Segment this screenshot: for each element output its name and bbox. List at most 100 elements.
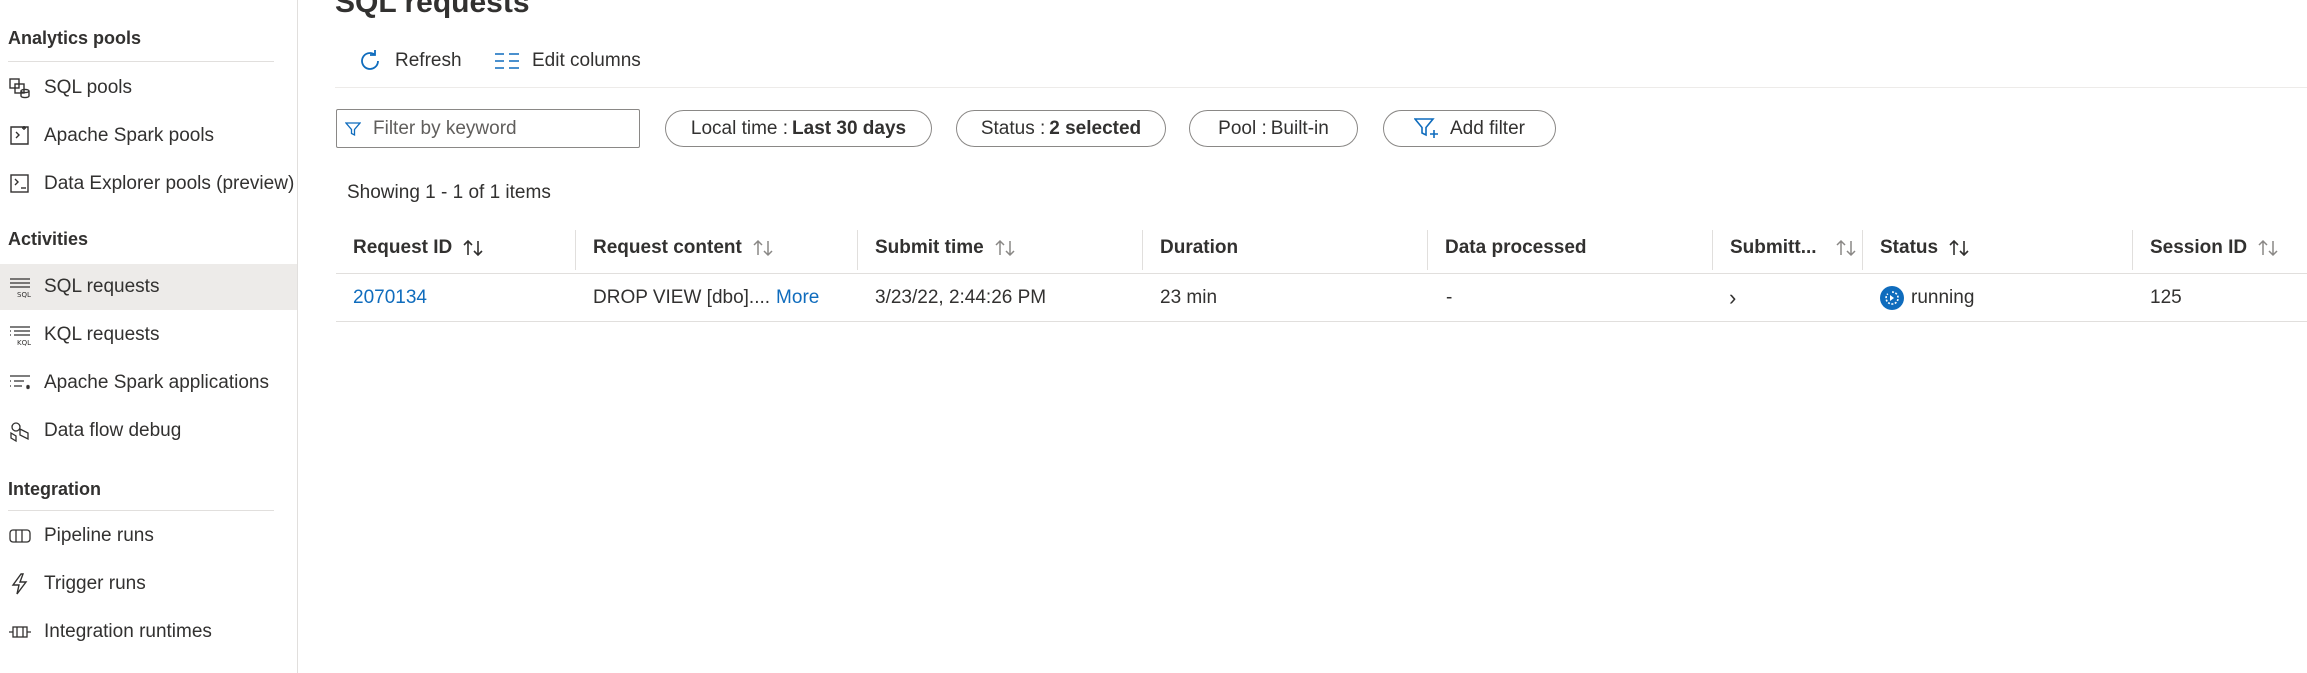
cell-session-id: 125 (2150, 287, 2182, 308)
sort-icon (1835, 239, 1857, 257)
column-header-label: Request ID (353, 237, 453, 258)
request-content-text: DROP VIEW [dbo].... (593, 287, 771, 308)
column-header-label: Session ID (2150, 237, 2248, 258)
kql-requests-icon: KQL (8, 323, 32, 347)
column-divider (2132, 230, 2133, 270)
sort-icon (994, 239, 1016, 257)
pool-filter-pill[interactable]: Pool : Built-in (1189, 110, 1358, 147)
filter-icon (345, 121, 361, 136)
column-header-data-processed[interactable]: Data processed (1445, 228, 1587, 268)
row-divider (336, 321, 2307, 322)
column-header-label: Status (1880, 237, 1939, 258)
sql-requests-icon: SQL (8, 275, 32, 299)
section-divider (8, 61, 274, 62)
column-header-session-id[interactable]: Session ID (2150, 228, 2279, 268)
column-header-label: Request content (593, 237, 742, 258)
sidebar-item-data-explorer-pools[interactable]: Data Explorer pools (preview) (0, 161, 297, 207)
search-input[interactable] (371, 116, 635, 141)
page-title: SQL requests (335, 0, 530, 19)
cell-request-id[interactable]: 2070134 (353, 280, 427, 316)
add-filter-label: Add filter (1450, 117, 1525, 139)
column-divider (857, 230, 858, 270)
pipeline-runs-icon (8, 524, 32, 548)
sort-icon (2257, 239, 2279, 257)
sidebar-item-label: Apache Spark applications (44, 372, 269, 393)
sql-requests-page: Analytics pools SQL pools Apache Spark p… (0, 0, 2307, 673)
column-divider (1712, 230, 1713, 270)
toolbar-divider (335, 87, 2307, 88)
spark-applications-icon (8, 371, 32, 395)
section-divider (8, 510, 274, 511)
status-filter-key: Status : (980, 117, 1046, 139)
cell-request-content: DROP VIEW [dbo].... More (593, 280, 819, 316)
data-explorer-icon (8, 172, 32, 196)
edit-columns-icon (495, 53, 519, 69)
sidebar-item-sql-pools[interactable]: SQL pools (0, 65, 297, 111)
column-header-label: Submitt... (1730, 237, 1817, 258)
section-header-activities: Activities (8, 229, 89, 249)
sidebar-item-label: Apache Spark pools (44, 125, 215, 146)
request-id-link[interactable]: 2070134 (353, 287, 427, 309)
pool-filter-key: Pool : (1218, 117, 1267, 139)
cell-submit-time: 3/23/22, 2:44:26 PM (875, 287, 1047, 308)
sidebar-item-kql-requests[interactable]: KQL KQL requests (0, 312, 297, 358)
status-filter-value: 2 selected (1049, 117, 1142, 139)
sidebar-item-label: Data Explorer pools (preview) (44, 173, 295, 194)
local-time-filter-key: Local time : (690, 117, 789, 139)
header-divider (336, 273, 2307, 274)
cell-data-processed: - (1446, 287, 1453, 308)
sidebar-item-data-flow-debug[interactable]: Data flow debug (0, 408, 297, 454)
sidebar-item-label: SQL pools (44, 77, 133, 98)
column-header-duration[interactable]: Duration (1160, 228, 1238, 268)
item-count-summary: Showing 1 - 1 of 1 items (347, 182, 551, 203)
filter-by-keyword-input[interactable] (336, 109, 640, 148)
sidebar-item-pipeline-runs[interactable]: Pipeline runs (0, 513, 297, 559)
column-header-label: Duration (1160, 237, 1239, 258)
column-divider (1862, 230, 1863, 270)
sort-icon (752, 239, 774, 257)
pool-filter-value: Built-in (1270, 117, 1329, 139)
svg-text:KQL: KQL (17, 339, 31, 347)
data-flow-debug-icon (8, 419, 32, 443)
local-time-filter-pill[interactable]: Local time : Last 30 days (665, 110, 932, 147)
column-header-request-id[interactable]: Request ID (353, 228, 484, 268)
svg-text:SQL: SQL (17, 291, 31, 299)
sidebar-item-sql-requests[interactable]: SQL SQL requests (0, 264, 297, 310)
sidebar-item-label: KQL requests (44, 324, 160, 345)
column-header-submitter[interactable]: Submitt... (1730, 228, 1857, 268)
sidebar-item-trigger-runs[interactable]: Trigger runs (0, 561, 297, 607)
column-header-submit-time[interactable]: Submit time (875, 228, 1016, 268)
section-header-analytics-pools: Analytics pools (8, 28, 142, 48)
section-header-integration: Integration (8, 479, 101, 499)
sidebar-item-label: Data flow debug (44, 420, 182, 441)
more-link[interactable]: More (776, 287, 819, 309)
column-divider (575, 230, 576, 270)
edit-columns-button[interactable]: Edit columns (494, 44, 641, 78)
column-header-status[interactable]: Status (1880, 228, 1970, 268)
sidebar-item-integration-runtimes[interactable]: Integration runtimes (0, 609, 297, 655)
sort-icon (1948, 239, 1970, 257)
refresh-button[interactable]: Refresh (357, 44, 462, 78)
sort-icon (462, 239, 484, 257)
add-filter-icon (1414, 117, 1438, 138)
add-filter-button[interactable]: Add filter (1383, 110, 1556, 147)
sidebar-item-label: Pipeline runs (44, 525, 154, 546)
cell-duration: 23 min (1160, 287, 1218, 308)
integration-runtimes-icon (8, 620, 32, 644)
sidebar-item-apache-spark-applications[interactable]: Apache Spark applications (0, 360, 297, 406)
sidebar-item-apache-spark-pools[interactable]: Apache Spark pools (0, 113, 297, 159)
trigger-runs-icon (8, 572, 32, 596)
local-time-filter-value: Last 30 days (792, 117, 907, 139)
cell-submitter-expand[interactable]: › (1729, 280, 1736, 316)
sidebar: Analytics pools SQL pools Apache Spark p… (0, 0, 298, 673)
refresh-icon (361, 50, 379, 70)
column-header-request-content[interactable]: Request content (593, 228, 774, 268)
status-text: running (1911, 287, 1975, 308)
edit-columns-label: Edit columns (532, 50, 641, 71)
column-divider (1142, 230, 1143, 270)
column-divider (1427, 230, 1428, 270)
cell-status: running (1880, 280, 1974, 316)
status-filter-pill[interactable]: Status : 2 selected (956, 110, 1166, 147)
sidebar-item-label: SQL requests (44, 276, 160, 297)
sidebar-item-label: Trigger runs (44, 573, 146, 594)
